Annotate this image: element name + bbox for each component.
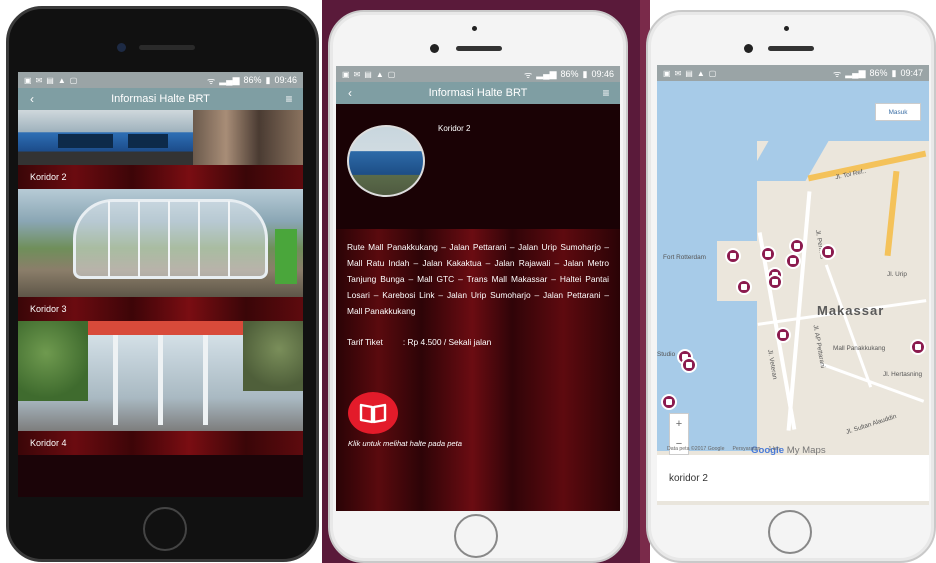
menu-icon[interactable]: ≡: [282, 92, 296, 106]
front-camera: [430, 44, 439, 53]
station-photo: [18, 321, 303, 431]
bus-stop-pin[interactable]: [785, 253, 801, 269]
bus-stop-pin[interactable]: [910, 339, 926, 355]
menu-icon[interactable]: ≡: [599, 86, 613, 100]
speaker: [768, 46, 814, 51]
signal-icon: ▂▄▆: [219, 74, 240, 85]
wifi-icon: ᯤ: [207, 75, 216, 86]
zoom-in-button[interactable]: +: [676, 418, 682, 430]
terms-link[interactable]: Persyaratan: [732, 446, 760, 452]
road-label: Jl. Hertasning: [883, 371, 923, 378]
battery-icon: ▮: [265, 74, 271, 85]
tarif-label: Tarif Tiket: [347, 337, 383, 347]
bus-stop-pin[interactable]: [760, 246, 776, 262]
bus-stop-pin[interactable]: [681, 357, 697, 373]
status-time: 09:47: [900, 68, 923, 78]
battery-text: 86%: [243, 75, 262, 85]
home-button[interactable]: [143, 507, 187, 551]
back-icon[interactable]: ‹: [343, 86, 357, 100]
sign-in-button[interactable]: Masuk: [875, 103, 921, 121]
status-bar: ▣ ✉ ▤ ▲ ▢ ᯤ ▂▄▆ 86% ▮ 09:47: [657, 65, 929, 81]
sensor-dot: [472, 26, 477, 31]
notification-icons: ▣ ✉ ▤ ▲ ▢: [342, 69, 396, 79]
notification-icons: ▣ ✉ ▤ ▲ ▢: [24, 75, 78, 85]
screen-map: ▣ ✉ ▤ ▲ ▢ ᯤ ▂▄▆ 86% ▮ 09:47 Masuk Makassar F…: [657, 65, 929, 505]
layer-card[interactable]: koridor 2: [657, 455, 929, 501]
bus-photo: [18, 110, 303, 165]
road-label: Jl. Veteran: [766, 349, 779, 380]
open-map-button[interactable]: [348, 392, 398, 434]
notification-icons: ▣ ✉ ▤ ▲ ▢: [663, 68, 717, 78]
list-item-label: Koridor 2: [18, 165, 303, 189]
bus-stop-pin[interactable]: [775, 327, 791, 343]
mall-label: Mall Panakkukang: [833, 345, 886, 352]
list-item-label: Koridor 4: [18, 431, 303, 455]
route-text: Rute Mall Panakkukang – Jalan Pettarani …: [347, 242, 609, 316]
speaker: [139, 45, 195, 50]
sensor-dot: [784, 26, 789, 31]
speaker: [456, 46, 502, 51]
road-label: Jl. AP Pettarani: [811, 324, 827, 369]
list-item-koridor-4[interactable]: Koridor 4: [18, 321, 303, 455]
page-title: Informasi Halte BRT: [428, 87, 528, 99]
area-label: Studio: [657, 351, 676, 358]
wifi-icon: ᯤ: [524, 69, 533, 80]
signal-icon: ▂▄▆: [845, 67, 866, 78]
bus-avatar: [347, 125, 425, 197]
battery-text: 86%: [560, 69, 579, 79]
list-item-label: Koridor 3: [18, 297, 303, 321]
book-icon: [359, 403, 387, 424]
map-attribution: Data peta ©2017 Google Persyaratan 1 km: [667, 446, 780, 452]
city-label: Makassar: [817, 303, 885, 318]
fort-label: Fort Rotterdam: [663, 254, 706, 261]
map-hint[interactable]: Klik untuk melihat halte pada peta: [348, 439, 462, 448]
wifi-icon: ᯤ: [833, 68, 842, 79]
app-bar: ‹ Informasi Halte BRT ≡: [336, 82, 620, 104]
stage: ▣ ✉ ▤ ▲ ▢ ᯤ ▂▄▆ 86% ▮ 09:46 ‹ Informasi Halt…: [0, 0, 936, 563]
status-bar: ▣ ✉ ▤ ▲ ▢ ᯤ ▂▄▆ 86% ▮ 09:46: [336, 66, 620, 82]
bus-stop-pin[interactable]: [767, 274, 783, 290]
bus-stop-pin[interactable]: [736, 279, 752, 295]
scale-label: 1 km: [768, 446, 780, 452]
front-camera: [117, 43, 126, 52]
signal-icon: ▂▄▆: [536, 68, 557, 79]
attribution-text: Data peta ©2017 Google: [667, 446, 725, 452]
status-bar: ▣ ✉ ▤ ▲ ▢ ᯤ ▂▄▆ 86% ▮ 09:46: [18, 72, 303, 88]
page-title: Informasi Halte BRT: [111, 93, 210, 105]
list-item-koridor-3[interactable]: Koridor 3: [18, 189, 303, 321]
back-icon[interactable]: ‹: [25, 92, 39, 106]
status-time: 09:46: [274, 75, 297, 85]
battery-icon: ▮: [582, 68, 588, 79]
tarif-row: Tarif Tiket : Rp 4.500 / Sekali jalan: [336, 319, 620, 347]
koridor-title: Koridor 2: [438, 124, 471, 133]
status-time: 09:46: [591, 69, 614, 79]
road-label: Jl. Sultan Alauddin: [845, 413, 898, 436]
shelter-photo: [18, 189, 303, 297]
bus-stop-pin[interactable]: [789, 238, 805, 254]
home-button[interactable]: [768, 510, 812, 554]
road-label: Jl. Urip: [887, 271, 907, 278]
layer-title: koridor 2: [669, 472, 708, 484]
header-section: Koridor 2: [336, 104, 620, 229]
battery-text: 86%: [869, 68, 888, 78]
bus-stop-pin[interactable]: [725, 248, 741, 264]
home-button[interactable]: [454, 514, 498, 558]
screen-detail: ▣ ✉ ▤ ▲ ▢ ᯤ ▂▄▆ 86% ▮ 09:46 ‹ Informasi Halt…: [336, 66, 620, 511]
bus-stop-pin[interactable]: [661, 394, 677, 410]
bus-stop-pin[interactable]: [820, 244, 836, 260]
map-view[interactable]: Masuk Makassar Fort Rotterdam Mall Panak…: [657, 81, 929, 456]
screen-list: ▣ ✉ ▤ ▲ ▢ ᯤ ▂▄▆ 86% ▮ 09:46 ‹ Informasi Halt…: [18, 72, 303, 497]
battery-icon: ▮: [891, 67, 897, 78]
front-camera: [744, 44, 753, 53]
app-bar: ‹ Informasi Halte BRT ≡: [18, 88, 303, 110]
list-item-koridor-2[interactable]: Koridor 2: [18, 110, 303, 189]
tarif-value: : Rp 4.500 / Sekali jalan: [402, 337, 492, 347]
